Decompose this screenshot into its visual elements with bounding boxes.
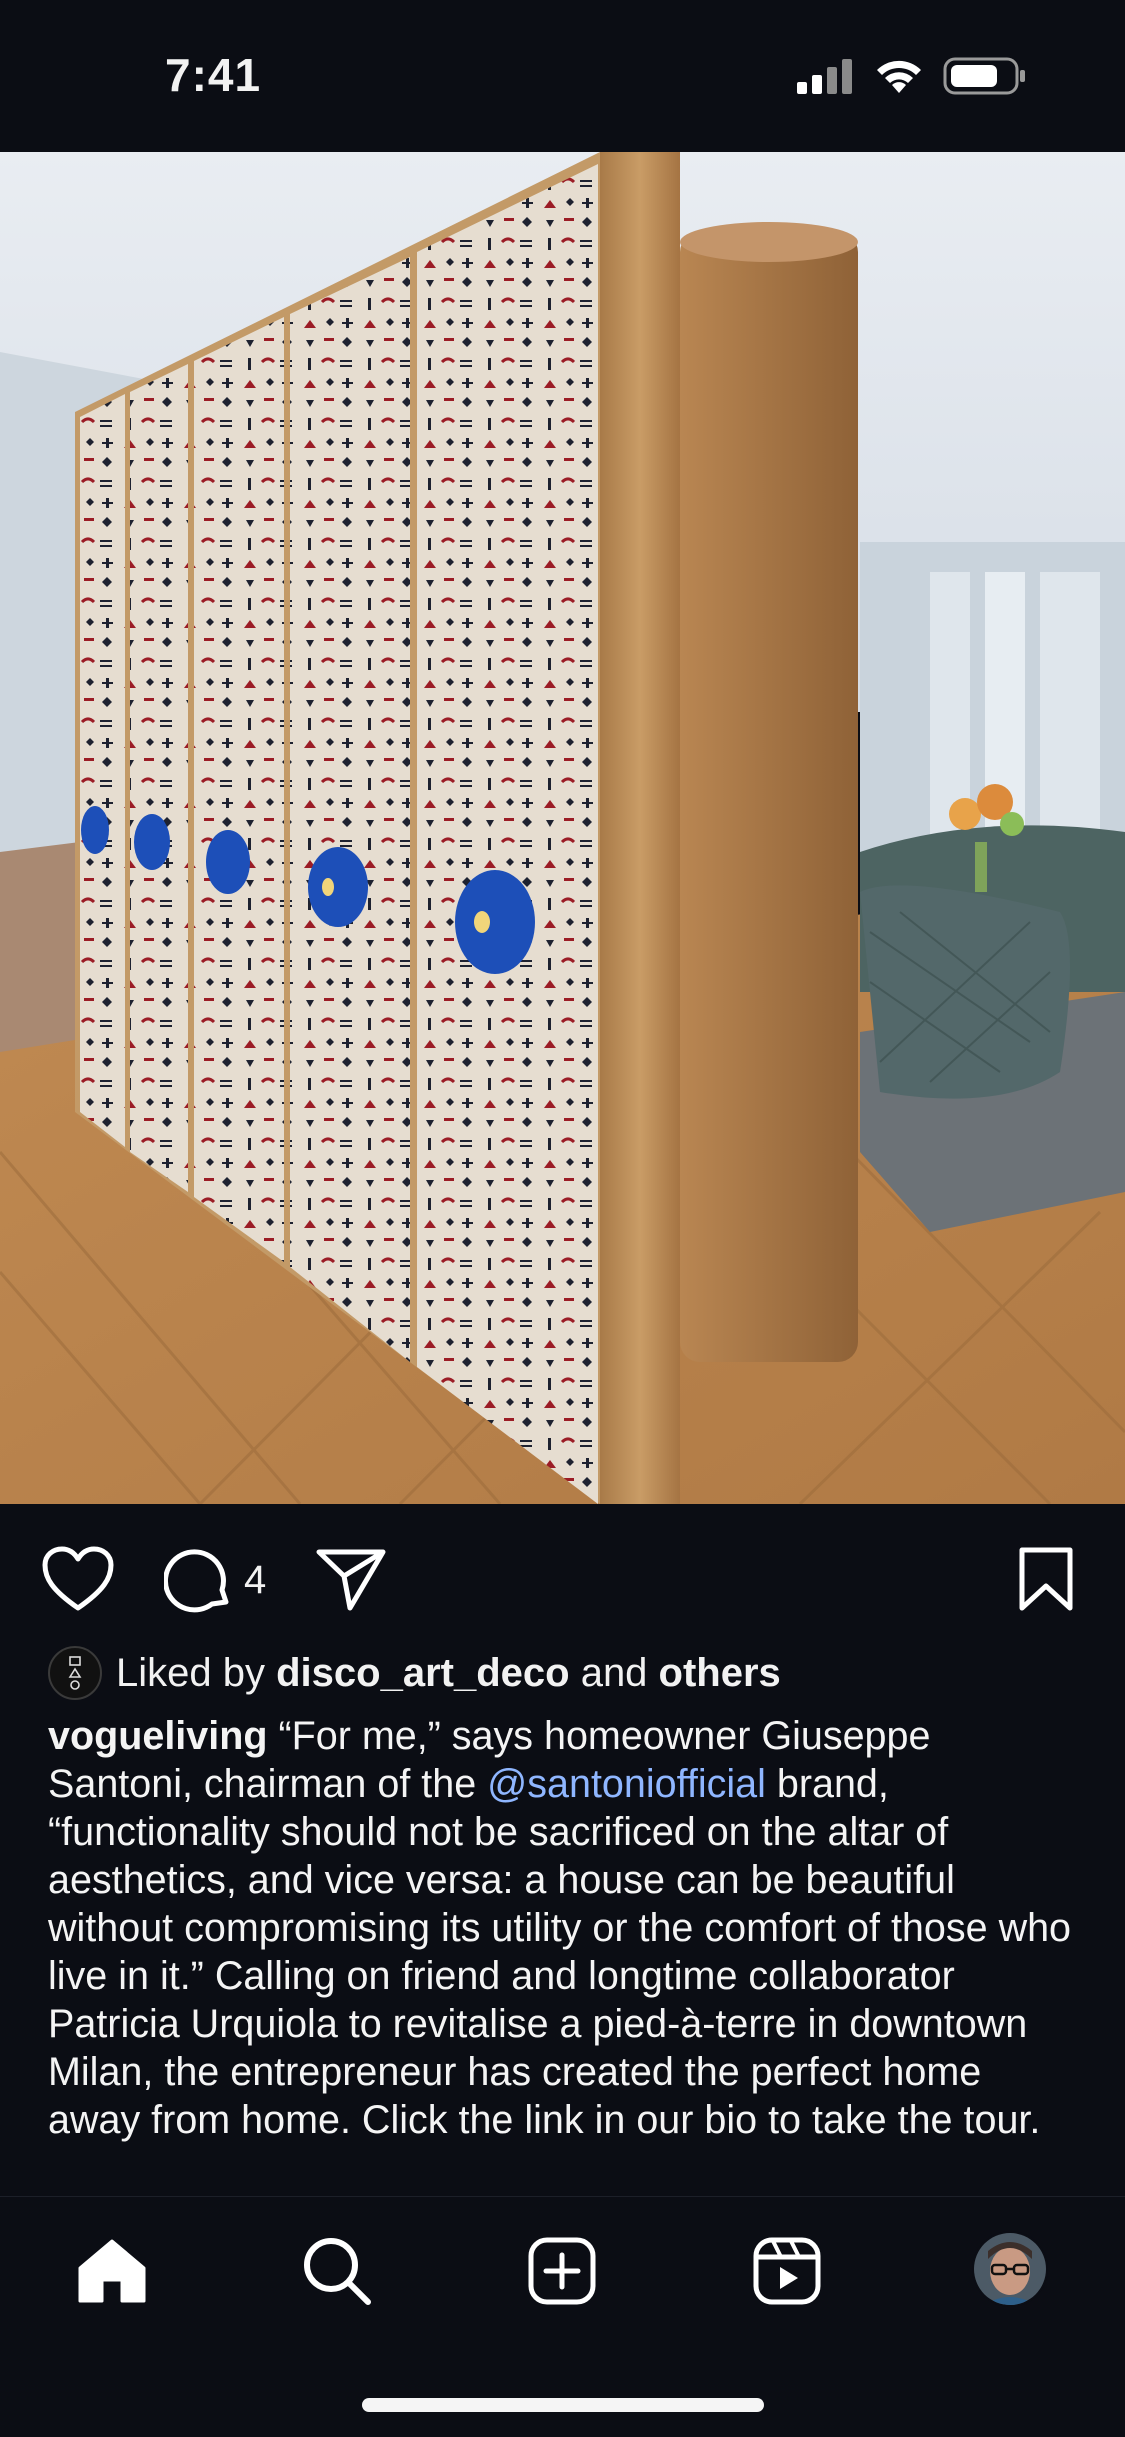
post-caption: vogueliving “For me,” says homeowner Giu… [48,1712,1078,2144]
send-icon [316,1549,386,1611]
reels-icon [753,2237,821,2305]
post-photo-illustration [0,152,1125,1504]
nav-profile[interactable] [972,2231,1048,2307]
status-bar: 7:41 [0,0,1125,152]
profile-photo-icon [974,2233,1046,2305]
status-time: 7:41 [165,49,262,101]
liker-avatar[interactable] [48,1646,102,1700]
likes-summary[interactable]: Liked by disco_art_deco and others [48,1645,781,1701]
home-indicator[interactable] [362,2398,764,2412]
battery-icon [943,57,1025,95]
nav-create[interactable] [524,2233,600,2309]
profile-avatar [972,2231,1048,2307]
status-icons [797,56,1027,96]
likes-middle: and [569,1650,659,1695]
caption-mention[interactable]: @santoniofficial [487,1762,766,1806]
post-image[interactable] [0,152,1125,1504]
liker-username[interactable]: disco_art_deco [276,1651,569,1696]
comment-icon [164,1549,229,1613]
home-icon [78,2239,146,2303]
caption-author[interactable]: vogueliving [48,1714,267,1758]
save-button[interactable] [1018,1546,1074,1612]
likes-prefix: Liked by [116,1650,277,1695]
like-button[interactable] [42,1546,114,1612]
comment-button[interactable]: 4 [164,1546,266,1614]
wifi-icon [877,60,921,93]
liker-avatar-logo-icon [68,1656,82,1690]
caption-text-part2: brand, “functionality should not be sacr… [48,1762,1072,2142]
post-actions: 4 [0,1504,1125,1644]
likes-others-link[interactable]: others [659,1651,781,1696]
comment-count: 4 [244,1557,267,1602]
nav-search[interactable] [299,2233,375,2309]
share-button[interactable] [316,1548,386,1612]
heart-icon [42,1546,114,1611]
create-icon [528,2237,596,2305]
bookmark-icon [1019,1547,1073,1611]
nav-reels[interactable] [749,2233,825,2309]
cellular-signal-icon [797,59,852,94]
nav-home[interactable] [74,2233,150,2309]
search-icon [304,2238,371,2305]
